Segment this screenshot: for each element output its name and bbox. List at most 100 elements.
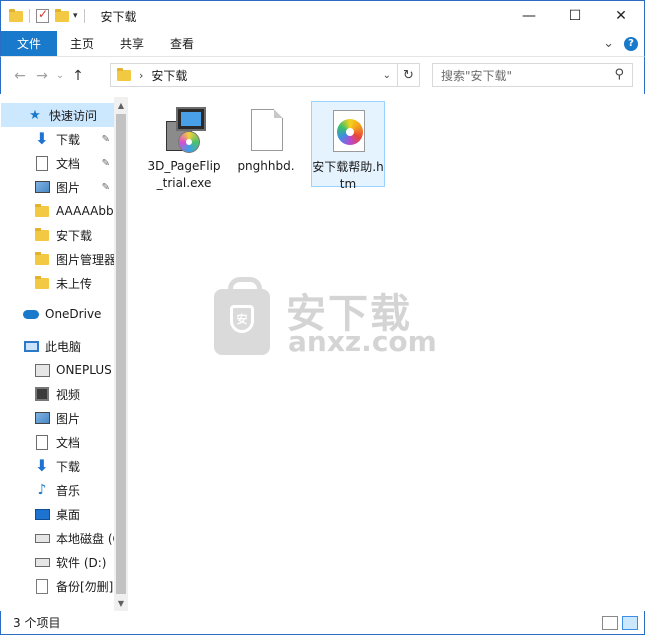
file-item-pnghhbd[interactable]: pnghhbd. <box>229 101 303 175</box>
sidebar-item-backup[interactable]: 备份[勿删] <box>1 574 114 598</box>
desktop-icon <box>34 506 50 522</box>
sidebar-item-label: 视频 <box>56 387 81 402</box>
toolbar-divider <box>29 9 30 23</box>
sidebar-item-label: 下载 <box>56 459 81 474</box>
window-controls: — ☐ ✕ <box>506 1 644 31</box>
breadcrumb-current[interactable]: 安下载 <box>151 67 187 84</box>
sidebar-item-label: 此电脑 <box>45 339 82 354</box>
back-arrow-icon[interactable]: ← <box>9 68 31 84</box>
sidebar-item-pc-documents[interactable]: 文档 <box>1 430 114 454</box>
breadcrumb-chevron-icon[interactable]: › <box>139 69 143 82</box>
search-icon[interactable]: ⚲ <box>614 67 624 82</box>
sidebar-item-label: 文档 <box>56 156 81 171</box>
scrollbar-thumb[interactable] <box>116 114 126 594</box>
sidebar-item-quick-access[interactable]: ★ 快速访问 <box>1 103 114 127</box>
pin-icon[interactable]: ✎ <box>102 134 110 145</box>
refresh-button[interactable]: ↻ <box>398 63 420 87</box>
folder-icon[interactable] <box>9 8 23 22</box>
watermark: 安 安下载 anxz.com <box>214 277 437 358</box>
sidebar-item-label: 下载 <box>56 132 81 147</box>
sidebar-item-label: 图片 <box>56 411 81 426</box>
phone-drive-icon <box>34 362 50 378</box>
video-icon <box>34 386 50 402</box>
picture-icon <box>34 179 50 195</box>
sidebar-item-downloads[interactable]: ⬇ 下载 ✎ <box>1 127 114 151</box>
sidebar-item-label: 本地磁盘 (C:) <box>56 531 114 546</box>
address-dropdown-icon[interactable]: ⌄ <box>383 70 391 81</box>
help-icon[interactable]: ? <box>624 36 638 51</box>
pin-icon[interactable]: ✎ <box>102 158 110 169</box>
sidebar-item-software-d[interactable]: 软件 (D:) <box>1 550 114 574</box>
view-switcher <box>602 616 638 630</box>
download-arrow-icon: ⬇ <box>35 456 49 475</box>
blank-file-icon <box>242 107 290 155</box>
music-note-icon: ♪ <box>37 482 47 498</box>
up-arrow-icon[interactable]: ↑ <box>67 68 89 84</box>
close-button[interactable]: ✕ <box>598 1 644 31</box>
sidebar-item-pc-pictures[interactable]: 图片 <box>1 406 114 430</box>
sidebar-item-anxiazai[interactable]: 安下载 <box>1 223 114 247</box>
sidebar-item-pc-downloads[interactable]: ⬇ 下载 <box>1 454 114 478</box>
sidebar-item-not-uploaded[interactable]: 未上传 <box>1 271 114 295</box>
sidebar-item-label: 音乐 <box>56 483 81 498</box>
nav-pane-scrollbar[interactable]: ▲ ▼ <box>114 97 128 611</box>
local-disk-icon <box>34 530 50 546</box>
sidebar-item-videos[interactable]: 视频 <box>1 382 114 406</box>
quick-access-toolbar: ▾ <box>9 7 91 23</box>
sidebar-item-music[interactable]: ♪ 音乐 <box>1 478 114 502</box>
sidebar-item-label: ONEPLUS <box>56 363 112 377</box>
scroll-down-icon[interactable]: ▼ <box>114 595 128 611</box>
shopping-bag-logo-icon: 安 <box>214 277 270 355</box>
navigation-bar: ← → ⌄ ↑ › 安下载 ⌄ ↻ 搜索"安下载" ⚲ <box>0 57 645 94</box>
properties-icon[interactable] <box>36 7 49 23</box>
sidebar-item-desktop[interactable]: 桌面 <box>1 502 114 526</box>
sidebar-item-label: 图片 <box>56 180 81 195</box>
sidebar-item-pictures[interactable]: 图片 ✎ <box>1 175 114 199</box>
address-bar[interactable]: › 安下载 ⌄ <box>110 63 398 87</box>
sidebar-item-label: 备份[勿删] <box>56 579 114 594</box>
scroll-up-icon[interactable]: ▲ <box>114 97 128 113</box>
folder-icon <box>117 67 131 81</box>
file-name: 安下载帮助.htm <box>312 160 384 191</box>
sidebar-item-aaaaabbb[interactable]: AAAAAbbb <box>1 199 114 223</box>
sidebar-item-onedrive[interactable]: OneDrive <box>1 302 114 326</box>
computer-icon <box>23 338 39 354</box>
tab-view[interactable]: 查看 <box>157 31 207 56</box>
sidebar-item-label: OneDrive <box>45 307 102 321</box>
file-item-help-htm[interactable]: 安下载帮助.htm <box>311 101 385 191</box>
status-bar: 3 个项目 <box>0 611 645 635</box>
document-icon <box>34 434 50 450</box>
sidebar-item-oneplus[interactable]: ONEPLUS <box>1 358 114 382</box>
tab-file[interactable]: 文件 <box>1 31 57 56</box>
new-folder-icon[interactable] <box>55 8 69 22</box>
tab-share[interactable]: 共享 <box>107 31 157 56</box>
pin-icon[interactable]: ✎ <box>102 182 110 193</box>
sidebar-item-this-pc[interactable]: 此电脑 <box>1 334 114 358</box>
tab-home[interactable]: 主页 <box>57 31 107 56</box>
sidebar-item-picture-manager[interactable]: 图片管理器 <box>1 247 114 271</box>
toolbar-divider <box>83 9 85 23</box>
folder-icon <box>34 251 50 267</box>
expand-ribbon-icon[interactable]: ⌄ <box>603 36 614 51</box>
forward-arrow-icon[interactable]: → <box>31 68 53 84</box>
ribbon-right: ⌄ ? <box>603 31 644 56</box>
sidebar-item-documents[interactable]: 文档 ✎ <box>1 151 114 175</box>
minimize-button[interactable]: — <box>506 1 552 31</box>
maximize-button[interactable]: ☐ <box>552 1 598 31</box>
installer-exe-icon <box>160 107 208 155</box>
search-input[interactable]: 搜索"安下载" ⚲ <box>432 63 633 87</box>
sidebar-item-label: 安下载 <box>56 228 93 243</box>
details-view-icon[interactable] <box>602 616 618 630</box>
sidebar-item-label: 快速访问 <box>49 108 98 123</box>
sidebar-item-local-disk-c[interactable]: 本地磁盘 (C:) <box>1 526 114 550</box>
customize-toolbar-dropdown-icon[interactable]: ▾ <box>73 11 78 21</box>
large-icons-view-icon[interactable] <box>622 616 638 630</box>
search-placeholder: 搜索"安下载" <box>441 68 513 83</box>
folder-icon <box>34 227 50 243</box>
file-item-3d-pageflip[interactable]: 3D_PageFlip_trial.exe <box>147 101 221 192</box>
download-arrow-icon: ⬇ <box>35 129 49 148</box>
recent-locations-icon[interactable]: ⌄ <box>53 70 67 81</box>
title-bar: ▾ 安下载 — ☐ ✕ <box>0 0 645 31</box>
picture-icon <box>34 410 50 426</box>
file-icon <box>34 578 50 594</box>
